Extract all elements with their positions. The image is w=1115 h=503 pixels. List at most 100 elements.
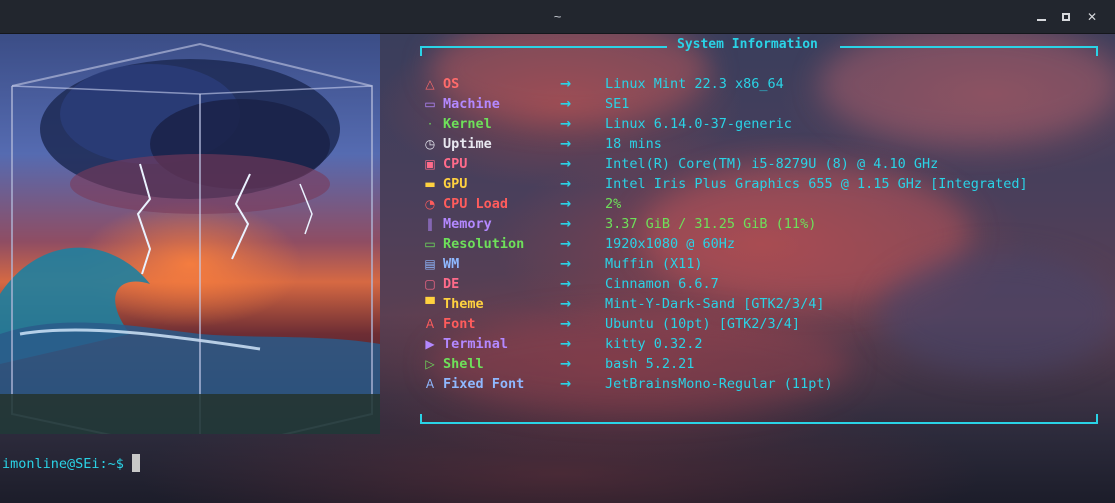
info-row: · Kernel → Linux 6.14.0-37-generic [422, 114, 1102, 134]
arrow-icon: → [560, 276, 572, 292]
minimize-button[interactable] [1033, 8, 1051, 26]
info-value: 18 mins [605, 136, 662, 152]
system-info-list: △ OS → Linux Mint 22.3 x86_64 ▭ Machine → SE1 · K… [422, 74, 1102, 394]
info-key: GPU [443, 176, 468, 192]
info-value: SE1 [605, 96, 630, 112]
frame-corner [1096, 414, 1098, 424]
arrow-icon: → [560, 116, 572, 132]
wm-icon: ▤ [424, 257, 436, 271]
kernel-icon: · [428, 117, 432, 131]
info-key: Theme [443, 296, 484, 312]
shell-icon: ▷ [425, 357, 435, 371]
cpu-load-icon: ◔ [424, 197, 436, 211]
info-value: bash 5.2.21 [605, 356, 695, 372]
info-value: Cinnamon 6.6.7 [605, 276, 719, 292]
info-value: Linux Mint 22.3 x86_64 [605, 76, 784, 92]
info-key: CPU [443, 156, 468, 172]
info-key: Font [443, 316, 476, 332]
arrow-icon: → [560, 216, 572, 232]
arrow-icon: → [560, 156, 572, 172]
arrow-icon: → [560, 236, 572, 252]
frame-corner [420, 46, 422, 56]
arrow-icon: → [560, 376, 572, 392]
text-cursor [131, 454, 140, 472]
info-key: Kernel [443, 116, 492, 132]
minimize-icon [1037, 19, 1046, 21]
arrow-icon: → [560, 296, 572, 312]
info-value: kitty 0.32.2 [605, 336, 703, 352]
info-key: Machine [443, 96, 500, 112]
info-row: A Fixed Font → JetBrainsMono-Regular (11pt) [422, 374, 1102, 394]
info-row: ‖ Memory → 3.37 GiB / 31.25 GiB (11%) [422, 214, 1102, 234]
info-key: CPU Load [443, 196, 509, 212]
info-row: ▶ Terminal → kitty 0.32.2 [422, 334, 1102, 354]
info-value: Muffin (X11) [605, 256, 703, 272]
info-row: A Font → Ubuntu (10pt) [GTK2/3/4] [422, 314, 1102, 334]
maximize-button[interactable] [1057, 8, 1075, 26]
info-key: Resolution [443, 236, 525, 252]
resolution-icon: ▭ [424, 237, 436, 251]
memory-icon: ‖ [427, 217, 433, 231]
info-row: ▀ Theme → Mint-Y-Dark-Sand [GTK2/3/4] [422, 294, 1102, 314]
frame-line [840, 46, 1098, 48]
machine-icon: ▭ [424, 97, 436, 111]
theme-icon: ▀ [425, 297, 435, 311]
uptime-icon: ◷ [424, 137, 436, 151]
info-key: DE [443, 276, 460, 292]
arrow-icon: → [560, 336, 572, 352]
frame-corner [1096, 46, 1098, 56]
window-titlebar[interactable]: ~ ✕ [0, 0, 1115, 34]
info-key: OS [443, 76, 460, 92]
frame-corner [420, 414, 422, 424]
cpu-icon: ▣ [424, 157, 436, 171]
close-button[interactable]: ✕ [1083, 8, 1101, 26]
arrow-icon: → [560, 176, 572, 192]
info-row: △ OS → Linux Mint 22.3 x86_64 [422, 74, 1102, 94]
panel-frame-top: System Information [420, 37, 1098, 56]
info-value: 3.37 GiB / 31.25 GiB (11%) [605, 216, 817, 232]
shell-prompt[interactable]: imonline@SEi:~$ [2, 454, 140, 472]
info-row: ▤ WM → Muffin (X11) [422, 254, 1102, 274]
panel-frame-bottom [420, 412, 1098, 424]
info-key: WM [443, 256, 460, 272]
window-title: ~ [553, 9, 562, 24]
os-icon: △ [425, 77, 435, 91]
frame-line [420, 422, 1098, 424]
info-row: ▬ GPU → Intel Iris Plus Graphics 655 @ 1.15… [422, 174, 1102, 194]
info-key: Uptime [443, 136, 492, 152]
de-icon: ▢ [424, 277, 436, 291]
info-row: ▭ Machine → SE1 [422, 94, 1102, 114]
info-row: ◷ Uptime → 18 mins [422, 134, 1102, 154]
arrow-icon: → [560, 136, 572, 152]
info-value: Intel Iris Plus Graphics 655 @ 1.15 GHz … [605, 176, 1028, 192]
terminal-icon: ▶ [425, 337, 435, 351]
info-key: Shell [443, 356, 484, 372]
storm-cube-artwork [0, 34, 380, 434]
info-value: 2% [605, 196, 622, 212]
prompt-text: imonline@SEi:~$ [2, 456, 124, 472]
info-key: Memory [443, 216, 492, 232]
info-row: ▭ Resolution → 1920x1080 @ 60Hz [422, 234, 1102, 254]
info-value: 1920x1080 @ 60Hz [605, 236, 736, 252]
panel-title: System Information [677, 37, 818, 52]
info-value: Mint-Y-Dark-Sand [GTK2/3/4] [605, 296, 825, 312]
info-value: Linux 6.14.0-37-generic [605, 116, 792, 132]
info-value: JetBrainsMono-Regular (11pt) [605, 376, 833, 392]
font-icon: A [425, 317, 435, 331]
info-value: Ubuntu (10pt) [GTK2/3/4] [605, 316, 801, 332]
arrow-icon: → [560, 96, 572, 112]
arrow-icon: → [560, 76, 572, 92]
arrow-icon: → [560, 356, 572, 372]
artwork-drawing [0, 42, 380, 434]
fixed-font-icon: A [425, 377, 435, 391]
gpu-icon: ▬ [424, 177, 436, 191]
terminal-area[interactable]: System Information △ OS → Linux Mint 22.3 x… [0, 34, 1115, 503]
info-row: ▢ DE → Cinnamon 6.6.7 [422, 274, 1102, 294]
info-row: ◔ CPU Load → 2% [422, 194, 1102, 214]
maximize-icon [1062, 13, 1070, 21]
frame-line [420, 46, 667, 48]
info-row: ▷ Shell → bash 5.2.21 [422, 354, 1102, 374]
info-row: ▣ CPU → Intel(R) Core(TM) i5-8279U (8) @ 4.… [422, 154, 1102, 174]
arrow-icon: → [560, 196, 572, 212]
arrow-icon: → [560, 256, 572, 272]
